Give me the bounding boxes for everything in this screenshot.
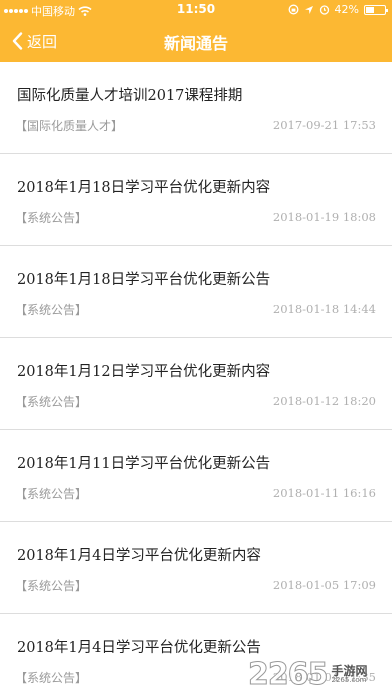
- notice-date: 2018-01-19 18:08: [272, 210, 376, 224]
- notice-item[interactable]: 2018年1月4日学习平台优化更新内容 【系统公告】 2018-01-05 17…: [0, 522, 392, 614]
- notice-category: 【系统公告】: [15, 395, 88, 409]
- battery-percent: 42%: [334, 3, 359, 16]
- notice-date: 2018-01-12 18:20: [272, 394, 376, 408]
- notice-category: 【系统公告】: [15, 303, 88, 317]
- notice-item[interactable]: 2018年1月11日学习平台优化更新公告 【系统公告】 2018-01-11 1…: [0, 430, 392, 522]
- header: 中国移动 11:50 42% 返回 新闻通告: [0, 0, 392, 62]
- watermark-text: 手游网 2265.com: [332, 665, 368, 684]
- notice-title: 国际化质量人才培训2017课程排期: [17, 88, 243, 104]
- notice-title: 2018年1月12日学习平台优化更新内容: [17, 364, 271, 380]
- notice-title: 2018年1月18日学习平台优化更新公告: [17, 272, 271, 288]
- notice-title: 2018年1月18日学习平台优化更新内容: [17, 180, 271, 196]
- location-icon: [304, 5, 313, 14]
- notice-item[interactable]: 2018年1月18日学习平台优化更新内容 【系统公告】 2018-01-19 1…: [0, 154, 392, 246]
- status-bar: 中国移动 11:50 42%: [0, 0, 392, 20]
- notice-item[interactable]: 2018年1月18日学习平台优化更新公告 【系统公告】 2018-01-18 1…: [0, 246, 392, 338]
- watermark-url: 2265.com: [331, 675, 367, 684]
- status-right: 42%: [288, 3, 388, 16]
- battery-icon: [364, 4, 388, 15]
- notice-date: 2018-01-11 16:16: [272, 486, 376, 500]
- alarm-icon: [319, 5, 329, 15]
- notice-item[interactable]: 2018年1月12日学习平台优化更新内容 【系统公告】 2018-01-12 1…: [0, 338, 392, 430]
- notice-category: 【系统公告】: [15, 579, 88, 593]
- page-title: 新闻通告: [163, 34, 228, 53]
- rotation-lock-icon: [288, 4, 298, 15]
- notice-item[interactable]: 国际化质量人才培训2017课程排期 【国际化质量人才】 2017-09-21 1…: [0, 62, 392, 154]
- notice-date: 2018-01-18 14:44: [272, 302, 376, 316]
- notice-title: 2018年1月4日学习平台优化更新公告: [17, 640, 261, 656]
- notice-category: 【系统公告】: [15, 211, 88, 225]
- notice-category: 【系统公告】: [15, 671, 88, 685]
- watermark-digits: 2265: [248, 656, 329, 692]
- notice-date: 2017-09-21 17:53: [272, 118, 376, 132]
- notice-category: 【国际化质量人才】: [15, 119, 124, 133]
- watermark-name: 手游网: [331, 663, 368, 678]
- notice-title: 2018年1月11日学习平台优化更新公告: [17, 456, 271, 472]
- notice-date: 2018-01-05 17:09: [272, 578, 376, 592]
- watermark-logo: 2265 手游网 2265.com: [248, 656, 386, 692]
- notice-title: 2018年1月4日学习平台优化更新内容: [17, 548, 261, 564]
- notice-category: 【系统公告】: [15, 487, 88, 501]
- notice-list: 国际化质量人才培训2017课程排期 【国际化质量人才】 2017-09-21 1…: [0, 62, 392, 696]
- navigation-bar: 返回 新闻通告: [0, 20, 392, 62]
